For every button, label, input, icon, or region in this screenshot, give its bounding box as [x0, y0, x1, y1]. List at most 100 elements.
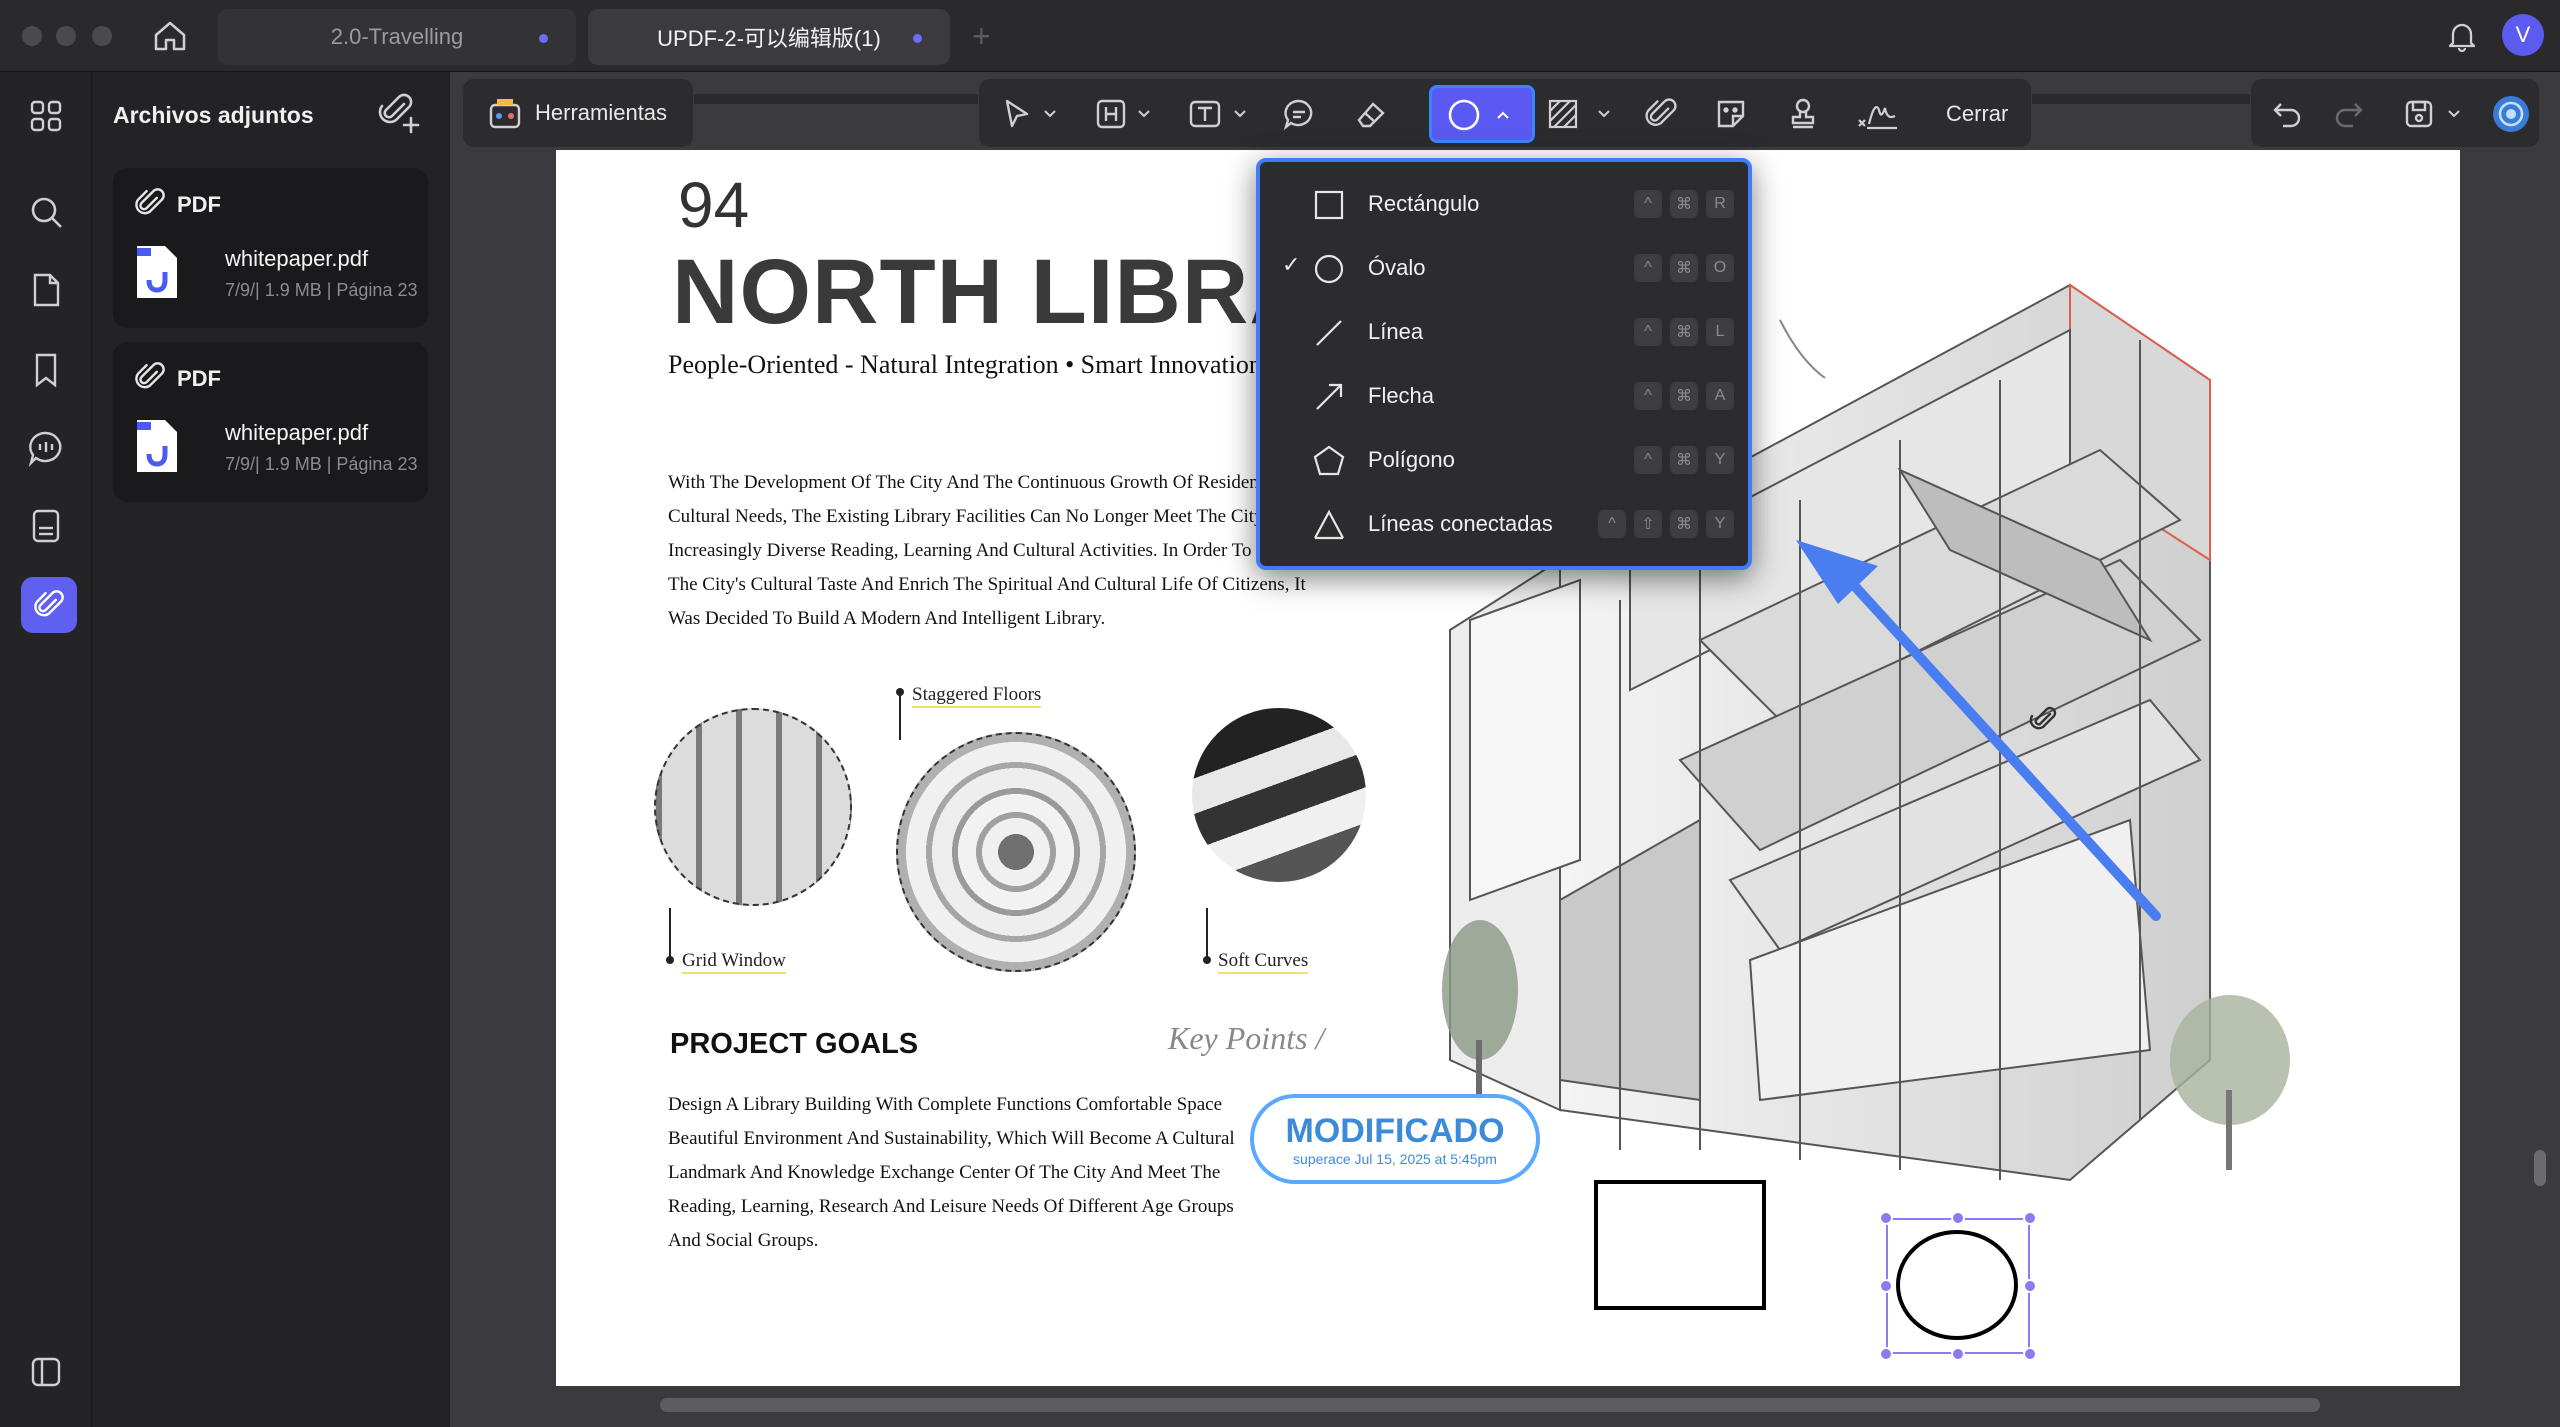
- menu-item-connected-lines[interactable]: Líneas conectadas ^ ⇧ ⌘ Y: [1260, 496, 1748, 552]
- minimize-window-button[interactable]: [56, 26, 76, 46]
- menu-item-polygon[interactable]: Polígono ^ ⌘ Y: [1260, 432, 1748, 488]
- goals-line: And Social Groups.: [668, 1230, 819, 1251]
- resize-handle[interactable]: [1951, 1211, 1965, 1225]
- attach-file-icon[interactable]: [1643, 96, 1679, 132]
- shortcut-keys: ^ ⌘ Y: [1634, 446, 1734, 474]
- left-rail: [0, 72, 92, 1427]
- chevron-down-icon[interactable]: [1597, 107, 1611, 121]
- form-icon[interactable]: [26, 506, 66, 546]
- search-icon[interactable]: [26, 192, 66, 232]
- title-bar: 2.0-Travelling UPDF-2-可以编辑版(1) + V: [0, 0, 2560, 72]
- goals-line: Reading, Learning, Research And Leisure …: [668, 1196, 1234, 1217]
- chevron-down-icon[interactable]: [2447, 107, 2461, 121]
- panel-title: Archivos adjuntos: [113, 102, 314, 128]
- bell-icon[interactable]: [2444, 18, 2480, 54]
- zoom-window-button[interactable]: [92, 26, 112, 46]
- attachments-panel: Archivos adjuntos PDF whitepaper.pdf 7/9…: [93, 72, 448, 1427]
- home-icon[interactable]: [150, 16, 190, 56]
- bookmark-icon[interactable]: [26, 350, 66, 390]
- resize-handle[interactable]: [2023, 1211, 2037, 1225]
- close-toolbar-button[interactable]: Cerrar: [1946, 101, 2008, 127]
- signature-icon[interactable]: [1855, 96, 1899, 132]
- resize-handle[interactable]: [1951, 1347, 1965, 1361]
- sidebar-toggle-icon[interactable]: [26, 1352, 66, 1392]
- highlight-icon[interactable]: [1093, 96, 1129, 132]
- rectangle-annotation[interactable]: [1594, 1180, 1766, 1310]
- chevron-up-icon[interactable]: [1496, 108, 1510, 127]
- tab-travelling[interactable]: 2.0-Travelling: [218, 9, 576, 65]
- modified-stamp[interactable]: MODIFICADO superace Jul 15, 2025 at 5:45…: [1250, 1094, 1540, 1184]
- page-number: 94: [678, 169, 750, 241]
- unsaved-dot: [913, 34, 922, 43]
- shortcut-key: A: [1706, 382, 1734, 410]
- paperclip-icon: [133, 186, 167, 220]
- menu-item-line[interactable]: Línea ^ ⌘ L: [1260, 304, 1748, 360]
- resize-handle[interactable]: [2023, 1347, 2037, 1361]
- resize-handle[interactable]: [1879, 1211, 1893, 1225]
- undo-icon[interactable]: [2269, 96, 2305, 132]
- oval-shape-button[interactable]: [1429, 85, 1535, 143]
- comment-icon[interactable]: [26, 428, 66, 468]
- shortcut-key: ^: [1634, 446, 1662, 474]
- resize-handle[interactable]: [1879, 1347, 1893, 1361]
- grid-icon[interactable]: [26, 96, 66, 136]
- shortcut-key: O: [1706, 254, 1734, 282]
- attachment-card[interactable]: PDF whitepaper.pdf 7/9/| 1.9 MB | Página…: [113, 168, 428, 328]
- save-icon[interactable]: [2401, 96, 2437, 132]
- new-tab-button[interactable]: +: [972, 18, 991, 55]
- menu-item-label: Rectángulo: [1368, 191, 1480, 216]
- tab-updf[interactable]: UPDF-2-可以编辑版(1): [588, 9, 950, 65]
- pdf-file-icon: [135, 418, 179, 474]
- soft-curves-image: [1192, 708, 1366, 882]
- chevron-down-icon[interactable]: [1043, 107, 1057, 121]
- staggered-floors-image: [896, 732, 1136, 972]
- chevron-down-icon[interactable]: [1233, 107, 1247, 121]
- attachment-icon[interactable]: [21, 577, 77, 633]
- oval-annotation[interactable]: [1896, 1230, 2018, 1340]
- select-arrow-icon[interactable]: [999, 96, 1035, 132]
- menu-item-label: Líneas conectadas: [1368, 511, 1553, 536]
- text-box-icon[interactable]: [1187, 96, 1223, 132]
- shortcut-key: ^: [1634, 254, 1662, 282]
- shortcut-key: R: [1706, 190, 1734, 218]
- caption-line: [899, 692, 901, 740]
- rectangle-icon: [1312, 188, 1346, 222]
- stamp-icon[interactable]: [1785, 96, 1821, 132]
- shortcut-key: Y: [1706, 446, 1734, 474]
- chevron-down-icon[interactable]: [1137, 107, 1151, 121]
- comment-bubble-icon[interactable]: [1281, 96, 1317, 132]
- intro-line: Was Decided To Build A Modern And Intell…: [668, 608, 1106, 629]
- caption-marker: [1203, 956, 1211, 964]
- resize-handle[interactable]: [2023, 1279, 2037, 1293]
- sticker-icon[interactable]: [1713, 96, 1749, 132]
- vertical-scrollbar[interactable]: [2534, 1150, 2546, 1186]
- goals-line: Landmark And Knowledge Exchange Center O…: [668, 1162, 1221, 1183]
- redo-icon[interactable]: [2331, 96, 2367, 132]
- shortcut-key: ⇧: [1634, 510, 1662, 538]
- menu-item-arrow[interactable]: Flecha ^ ⌘ A: [1260, 368, 1748, 424]
- eraser-icon[interactable]: [1353, 96, 1389, 132]
- connected-lines-icon: [1312, 508, 1346, 542]
- avatar[interactable]: V: [2502, 14, 2544, 56]
- horizontal-scrollbar[interactable]: [660, 1398, 2320, 1412]
- add-attachment-icon[interactable]: [378, 92, 422, 136]
- shortcut-key: ^: [1634, 318, 1662, 346]
- shortcut-keys: ^ ⌘ R: [1634, 190, 1734, 218]
- menu-item-rectangle[interactable]: Rectángulo ^ ⌘ R: [1260, 176, 1748, 232]
- attachment-meta: 7/9/| 1.9 MB | Página 23: [225, 280, 418, 300]
- annotation-toolbar: Cerrar: [978, 78, 2032, 148]
- close-window-button[interactable]: [22, 26, 42, 46]
- attachment-card[interactable]: PDF whitepaper.pdf 7/9/| 1.9 MB | Página…: [113, 342, 428, 502]
- ai-assistant-icon[interactable]: [2491, 94, 2531, 134]
- attachment-kind: PDF: [177, 192, 221, 217]
- pdf-file-icon: [135, 244, 179, 300]
- tools-button[interactable]: Herramientas: [462, 78, 694, 148]
- page-icon[interactable]: [26, 270, 66, 310]
- intro-line: Cultural Needs, The Existing Library Fac…: [668, 506, 1260, 527]
- area-fill-icon[interactable]: [1545, 96, 1581, 132]
- resize-handle[interactable]: [1879, 1279, 1893, 1293]
- intro-line: With The Development Of The City And The…: [668, 472, 1260, 493]
- menu-item-oval[interactable]: ✓ Óvalo ^ ⌘ O: [1260, 240, 1748, 296]
- attachment-kind: PDF: [177, 366, 221, 391]
- shape-dropdown-menu: Rectángulo ^ ⌘ R ✓ Óvalo ^ ⌘ O Línea ^ ⌘…: [1256, 158, 1752, 570]
